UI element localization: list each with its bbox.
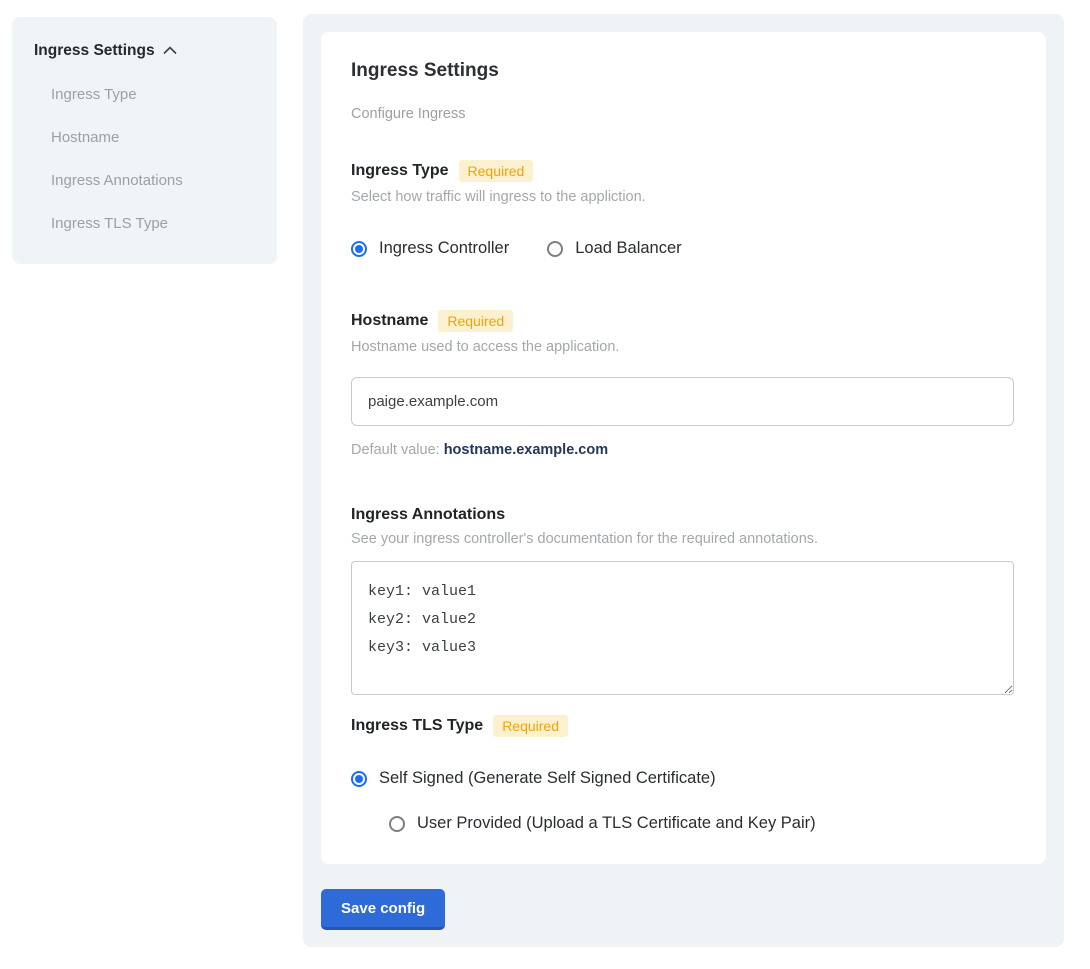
sidebar-group-label: Ingress Settings — [34, 42, 155, 60]
ingress-type-description: Select how traffic will ingress to the a… — [351, 189, 1016, 205]
ingress-type-label: Ingress Type — [351, 162, 449, 180]
hostname-input[interactable] — [351, 377, 1014, 426]
radio-load-balancer[interactable]: Load Balancer — [547, 239, 681, 258]
settings-sidebar: Ingress Settings Ingress Type Hostname I… — [12, 17, 277, 264]
ingress-tls-type-label: Ingress TLS Type — [351, 717, 483, 735]
sidebar-item-ingress-annotations[interactable]: Ingress Annotations — [51, 172, 255, 189]
sidebar-item-hostname[interactable]: Hostname — [51, 129, 255, 146]
required-badge: Required — [438, 310, 513, 332]
default-value-prefix: Default value: — [351, 442, 444, 458]
radio-button-icon[interactable] — [351, 241, 367, 257]
radio-button-icon[interactable] — [547, 241, 563, 257]
radio-label: Self Signed (Generate Self Signed Certif… — [379, 769, 716, 788]
page-subtitle: Configure Ingress — [351, 106, 1016, 122]
section-ingress-type: Ingress Type Required Select how traffic… — [351, 160, 1016, 258]
hostname-default-line: Default value: hostname.example.com — [351, 442, 1016, 458]
ingress-annotations-label: Ingress Annotations — [351, 506, 505, 524]
radio-button-icon[interactable] — [389, 816, 405, 832]
radio-ingress-controller[interactable]: Ingress Controller — [351, 239, 509, 258]
radio-button-icon[interactable] — [351, 771, 367, 787]
page-title: Ingress Settings — [351, 60, 1016, 82]
sidebar-item-ingress-type[interactable]: Ingress Type — [51, 86, 255, 103]
section-ingress-tls-type: Ingress TLS Type Required Self Signed (G… — [351, 715, 1016, 833]
sidebar-group-ingress-settings[interactable]: Ingress Settings — [34, 42, 255, 60]
sidebar-item-ingress-tls-type[interactable]: Ingress TLS Type — [51, 215, 255, 232]
chevron-up-icon — [163, 42, 177, 60]
ingress-annotations-description: See your ingress controller's documentat… — [351, 531, 1016, 547]
ingress-annotations-textarea[interactable]: key1: value1 key2: value2 key3: value3 — [351, 561, 1014, 695]
save-config-button[interactable]: Save config — [321, 889, 445, 930]
radio-label: Load Balancer — [575, 239, 681, 258]
radio-label: Ingress Controller — [379, 239, 509, 258]
settings-panel: Ingress Settings Configure Ingress Ingre… — [303, 14, 1064, 947]
section-hostname: Hostname Required Hostname used to acces… — [351, 310, 1016, 458]
required-badge: Required — [459, 160, 534, 182]
default-value-text: hostname.example.com — [444, 442, 608, 458]
section-ingress-annotations: Ingress Annotations See your ingress con… — [351, 506, 1016, 695]
ingress-settings-card: Ingress Settings Configure Ingress Ingre… — [321, 32, 1046, 864]
required-badge: Required — [493, 715, 568, 737]
radio-user-provided[interactable]: User Provided (Upload a TLS Certificate … — [389, 814, 1016, 833]
radio-self-signed[interactable]: Self Signed (Generate Self Signed Certif… — [351, 769, 1016, 788]
hostname-description: Hostname used to access the application. — [351, 339, 1016, 355]
radio-label: User Provided (Upload a TLS Certificate … — [417, 814, 816, 833]
hostname-label: Hostname — [351, 312, 428, 330]
